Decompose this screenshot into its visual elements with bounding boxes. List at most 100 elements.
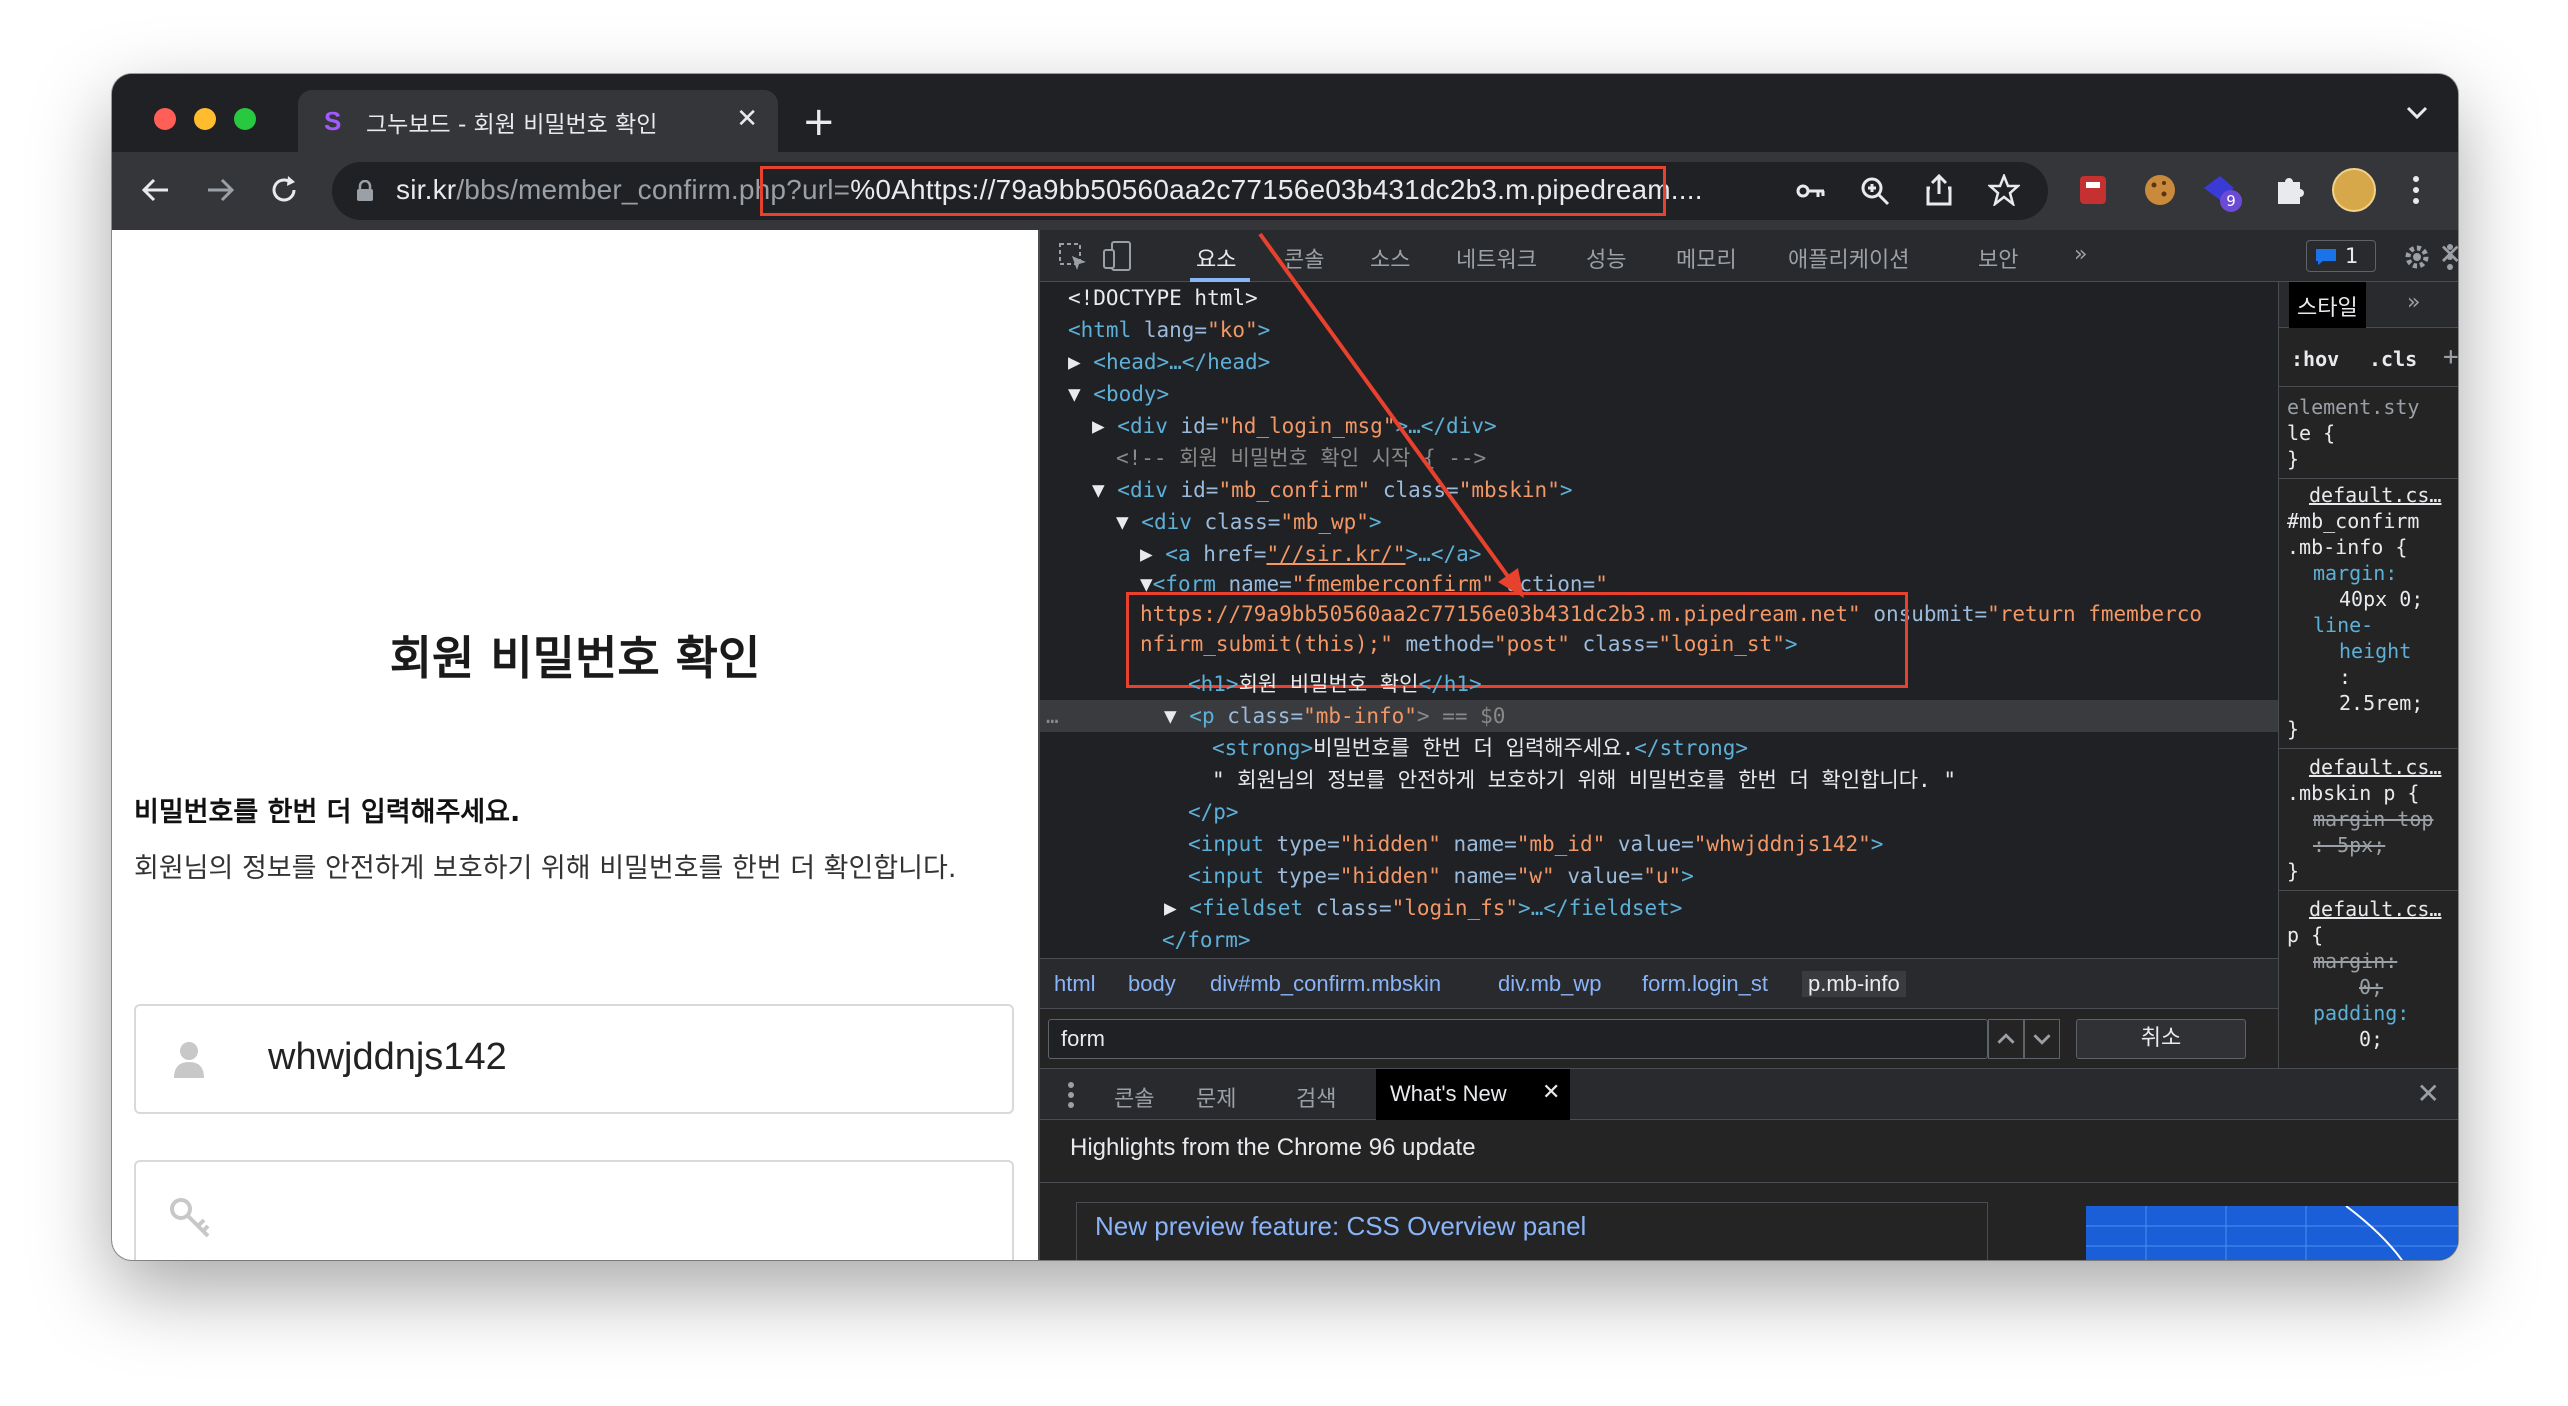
dom-html[interactable]: <html lang="ko"> bbox=[1068, 314, 1270, 346]
rule1-prop-margin[interactable]: margin: bbox=[2313, 560, 2397, 586]
browser-tab[interactable]: S 그누보드 - 회원 비밀번호 확인 ✕ bbox=[298, 90, 778, 152]
dom-comment[interactable]: <!-- 회원 비밀번호 확인 시작 { --> bbox=[1116, 442, 1486, 474]
rule2-close: } bbox=[2287, 859, 2300, 883]
element-style-close: } bbox=[2287, 447, 2300, 471]
more-tabs-icon[interactable]: » bbox=[2074, 242, 2087, 267]
zoom-icon[interactable] bbox=[1860, 176, 1890, 206]
new-tab-icon[interactable]: + bbox=[802, 102, 836, 142]
cls-toggle[interactable]: .cls bbox=[2369, 346, 2417, 372]
profile-avatar[interactable] bbox=[2332, 168, 2376, 212]
breadcrumb-div-mb-confirm[interactable]: div#mb_confirm.mbskin bbox=[1210, 971, 1441, 997]
drawer-menu-icon[interactable] bbox=[1066, 1081, 1076, 1109]
rule2-val[interactable]: :-5px; bbox=[2313, 832, 2385, 858]
lock-icon[interactable] bbox=[356, 180, 374, 202]
tab-elements[interactable]: 요소 bbox=[1196, 242, 1236, 274]
tab-security[interactable]: 보안 bbox=[1978, 242, 2018, 274]
rule1-prop-lineheight-1[interactable]: line- bbox=[2313, 612, 2373, 638]
dom-head[interactable]: ▶ <head>…</head> bbox=[1068, 346, 1270, 378]
maximize-window-button[interactable] bbox=[234, 108, 256, 130]
hov-toggle[interactable]: :hov bbox=[2291, 346, 2339, 372]
dom-div-mb-wp[interactable]: ▼ <div class="mb_wp"> bbox=[1116, 506, 1382, 538]
dom-input-mb-id[interactable]: <input type="hidden" name="mb_id" value=… bbox=[1188, 828, 1883, 860]
tab-close-icon[interactable]: ✕ bbox=[736, 104, 758, 134]
kebab-menu-icon[interactable] bbox=[2396, 170, 2436, 210]
drawer-tab-console[interactable]: 콘솔 bbox=[1114, 1081, 1154, 1113]
chevron-down-icon[interactable] bbox=[2406, 106, 2428, 120]
drawer-tab-whats-new[interactable]: What's New ✕ bbox=[1376, 1069, 1570, 1121]
close-drawer-icon[interactable]: ✕ bbox=[2417, 1077, 2440, 1110]
user-id-field[interactable]: whwjddnjs142 bbox=[134, 1004, 1014, 1114]
dom-div-login[interactable]: ▶ <div id="hd_login_msg">…</div> bbox=[1092, 410, 1497, 442]
feature-card[interactable]: New preview feature: CSS Overview panel bbox=[1076, 1202, 1988, 1260]
rule3-val-margin[interactable]: 0; bbox=[2359, 974, 2383, 1000]
share-icon[interactable] bbox=[1926, 174, 1952, 206]
address-bar[interactable]: sir.kr/bbs/member_confirm.php?url=%0Ahtt… bbox=[332, 162, 2048, 220]
key-icon[interactable] bbox=[1796, 182, 1826, 200]
star-icon[interactable] bbox=[1988, 174, 2020, 206]
rule2-source-link[interactable]: default.cs… bbox=[2309, 754, 2441, 780]
tab-network[interactable]: 네트워크 bbox=[1456, 242, 1537, 274]
tab-performance[interactable]: 성능 bbox=[1586, 242, 1626, 274]
add-rule-icon[interactable]: + bbox=[2443, 344, 2458, 370]
drawer-tab-issues[interactable]: 문제 bbox=[1196, 1081, 1236, 1113]
cookie-icon[interactable] bbox=[2140, 170, 2180, 210]
dom-doctype[interactable]: <!DOCTYPE html> bbox=[1068, 282, 1258, 314]
password-field[interactable] bbox=[134, 1160, 1014, 1260]
tab-application[interactable]: 애플리케이션 bbox=[1788, 242, 1909, 274]
whats-new-heading: Highlights from the Chrome 96 update bbox=[1070, 1134, 1476, 1161]
dom-search-input[interactable]: form bbox=[1048, 1019, 1988, 1059]
dom-form-close[interactable]: </form> bbox=[1162, 924, 1251, 956]
rule1-val-lineheight[interactable]: 2.5rem; bbox=[2339, 690, 2423, 716]
drawer-tab-search[interactable]: 검색 bbox=[1296, 1081, 1336, 1113]
dom-a[interactable]: ▶ <a href="//sir.kr/">…</a> bbox=[1140, 538, 1481, 570]
styles-more-icon[interactable]: » bbox=[2407, 290, 2420, 315]
dom-div-mb-confirm[interactable]: ▼ <div id="mb_confirm" class="mbskin"> bbox=[1092, 474, 1573, 506]
dom-text-node[interactable]: " 회원님의 정보를 안전하게 보호하기 위해 비밀번호를 한번 더 확인합니다… bbox=[1212, 764, 1956, 796]
tab-console[interactable]: 콘솔 bbox=[1284, 242, 1324, 274]
puzzle-icon[interactable] bbox=[2270, 170, 2310, 210]
dom-p-mb-info[interactable]: ▼ <p class="mb-info"> == $0 bbox=[1164, 700, 1505, 732]
search-next-icon[interactable] bbox=[2024, 1019, 2060, 1059]
feature-title-link[interactable]: New preview feature: CSS Overview panel bbox=[1095, 1211, 1586, 1242]
close-window-button[interactable] bbox=[154, 108, 176, 130]
tab-memory[interactable]: 메모리 bbox=[1676, 242, 1737, 274]
rule1-prop-lineheight-2[interactable]: height bbox=[2339, 638, 2411, 664]
cancel-search-button[interactable]: 취소 bbox=[2076, 1019, 2246, 1059]
styles-tab[interactable]: 스타일 bbox=[2289, 282, 2366, 328]
breadcrumb-html[interactable]: html bbox=[1054, 971, 1096, 997]
dom-strong[interactable]: <strong>비밀번호를 한번 더 입력해주세요.</strong> bbox=[1212, 732, 1748, 764]
dom-fieldset[interactable]: ▶ <fieldset class="login_fs">…</fieldset… bbox=[1164, 892, 1682, 924]
rule3-prop-margin[interactable]: margin: bbox=[2313, 948, 2397, 974]
rule3-source-link[interactable]: default.cs… bbox=[2309, 896, 2441, 922]
dom-p-close[interactable]: </p> bbox=[1188, 796, 1239, 828]
issues-badge[interactable]: 1 bbox=[2306, 240, 2376, 272]
dom-input-w[interactable]: <input type="hidden" name="w" value="u"> bbox=[1188, 860, 1694, 892]
breadcrumb-form[interactable]: form.login_st bbox=[1642, 971, 1768, 997]
rule1-val-margin[interactable]: 40px 0; bbox=[2339, 586, 2423, 612]
dom-h1[interactable]: <h1>회원 비밀번호 확인</h1> bbox=[1188, 668, 1482, 700]
device-toolbar-icon[interactable] bbox=[1102, 240, 1132, 272]
rule1-source-link[interactable]: default.cs… bbox=[2309, 482, 2441, 508]
inspect-element-icon[interactable] bbox=[1058, 242, 1088, 272]
dom-body[interactable]: ▼ <body> bbox=[1068, 378, 1169, 410]
rule3-prop-padding[interactable]: padding: bbox=[2313, 1000, 2409, 1026]
search-prev-icon[interactable] bbox=[1988, 1019, 2024, 1059]
extension-badge-count: 9 bbox=[2220, 190, 2242, 212]
dom-ellipsis[interactable]: … bbox=[1046, 700, 1059, 732]
breadcrumb-body[interactable]: body bbox=[1128, 971, 1176, 997]
rule2-prop[interactable]: margin-top bbox=[2313, 806, 2433, 832]
rule3-selector: p { bbox=[2287, 923, 2324, 947]
extension-badge-icon[interactable]: 9 bbox=[2200, 170, 2242, 212]
breadcrumb-p-mb-info[interactable]: p.mb-info bbox=[1802, 971, 1906, 997]
breadcrumb-div-mb-wp[interactable]: div.mb_wp bbox=[1498, 971, 1602, 997]
minimize-window-button[interactable] bbox=[194, 108, 216, 130]
close-devtools-icon[interactable]: ✕ bbox=[2439, 238, 2458, 271]
extension-red-icon[interactable] bbox=[2074, 170, 2114, 210]
drawer-tab-close-icon[interactable]: ✕ bbox=[1542, 1080, 1560, 1105]
tab-sources[interactable]: 소스 bbox=[1370, 242, 1410, 274]
rule3-val-padding[interactable]: 0; bbox=[2359, 1026, 2383, 1052]
gear-icon[interactable] bbox=[2402, 242, 2432, 272]
reload-icon[interactable] bbox=[268, 174, 300, 206]
forward-arrow-icon[interactable] bbox=[204, 174, 236, 206]
back-arrow-icon[interactable] bbox=[140, 174, 172, 206]
